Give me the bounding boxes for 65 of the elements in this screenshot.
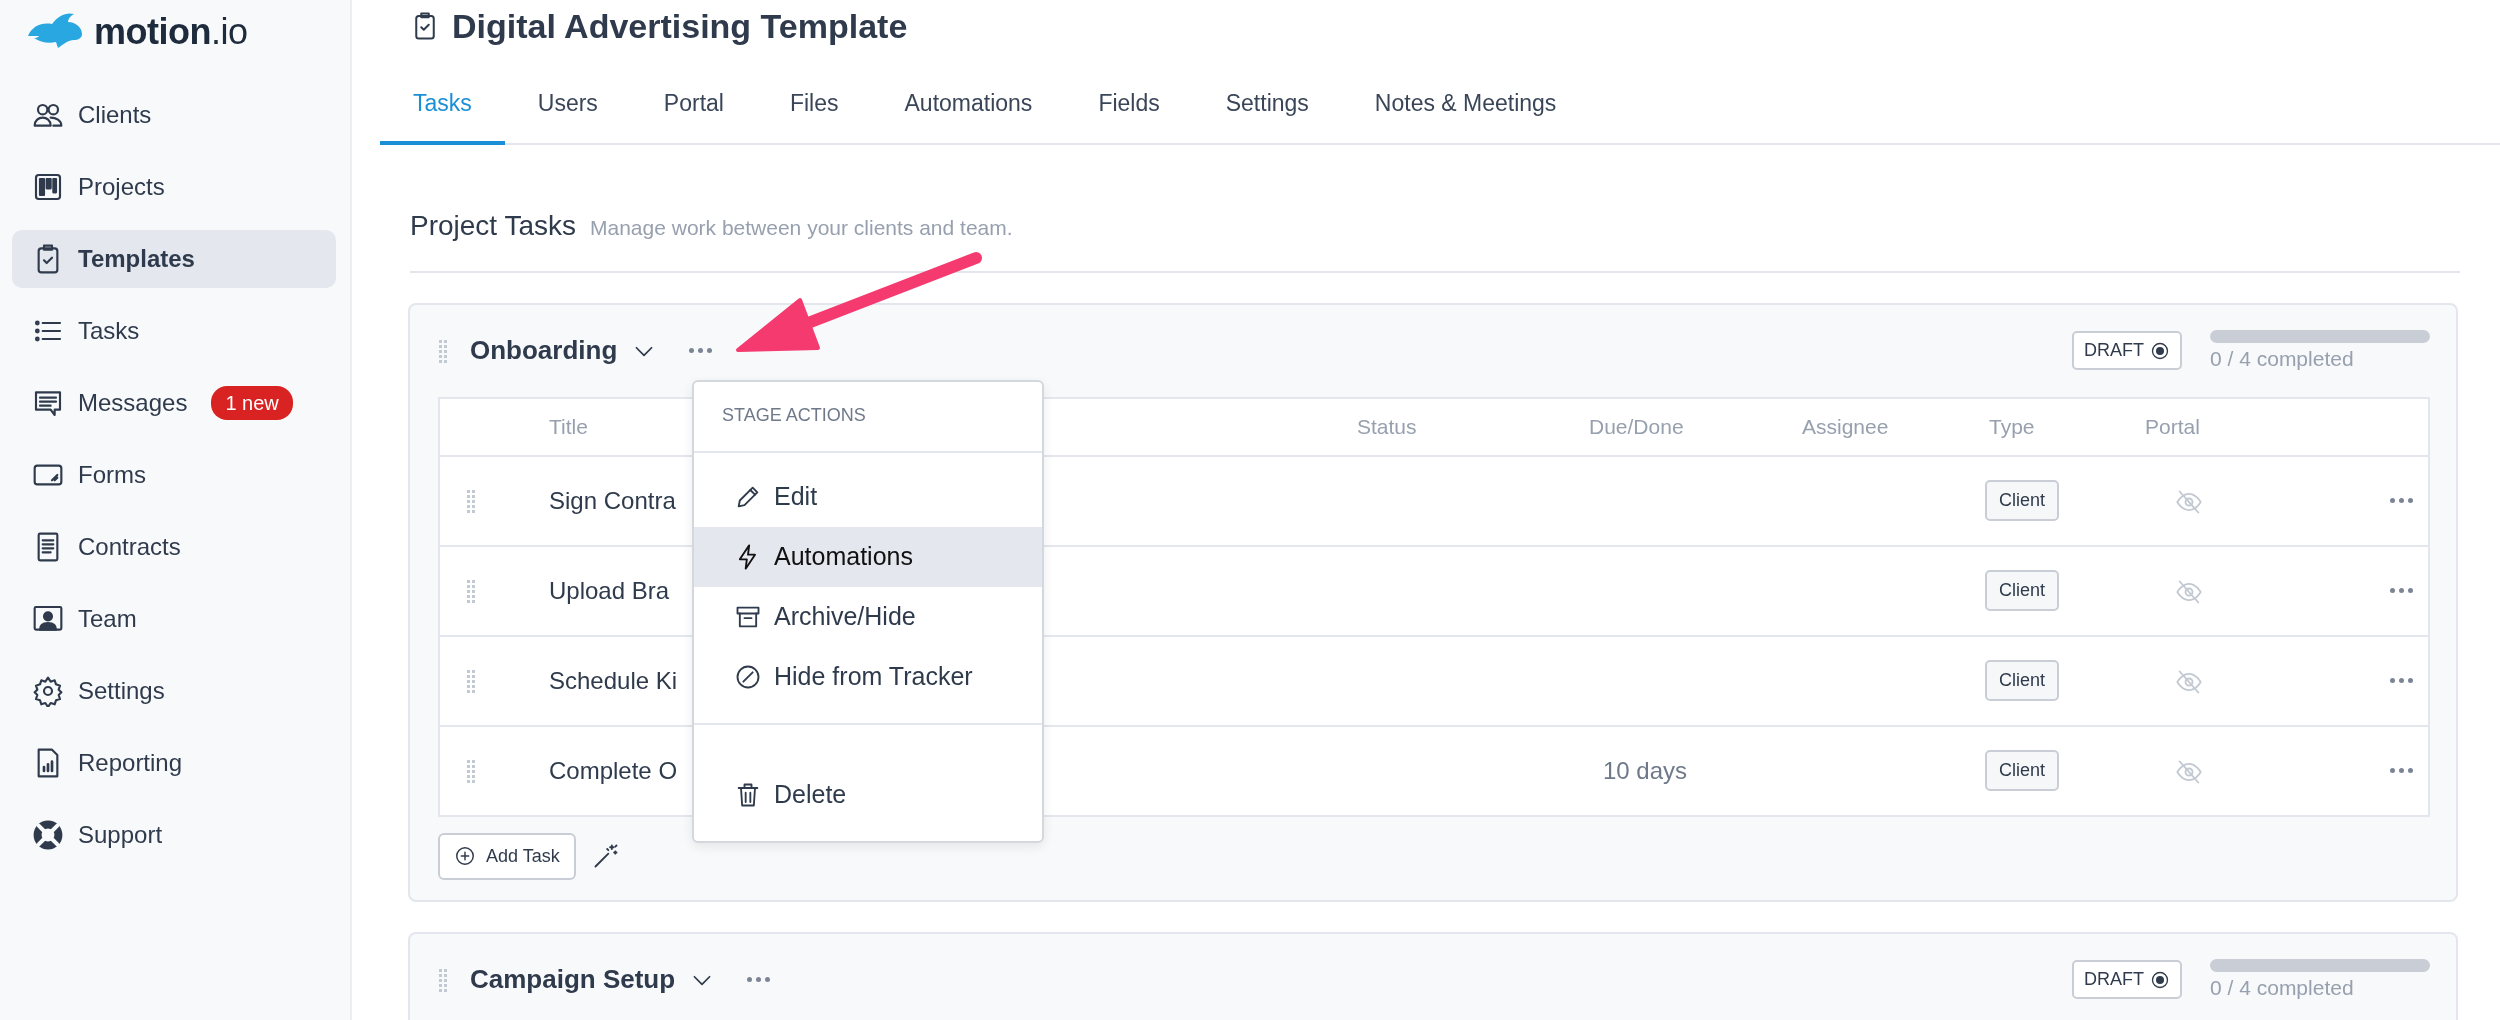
column-header: Portal — [2145, 413, 2200, 440]
type-badge: Client — [1985, 750, 2060, 791]
menu-item[interactable]: Delete — [694, 765, 1042, 825]
section-subtitle: Manage work between your clients and team. — [590, 214, 1013, 241]
task-title[interactable]: Sign Contra — [549, 482, 676, 519]
menu-item[interactable]: Automations — [694, 527, 1042, 587]
add-task-button[interactable]: Add Task — [438, 832, 576, 880]
menu-item[interactable]: Edit — [694, 467, 1042, 527]
tab[interactable]: Users — [504, 72, 631, 145]
column-header: Title — [549, 413, 588, 440]
menu-item[interactable]: Archive/Hide — [694, 587, 1042, 647]
sidebar-item[interactable]: Support — [12, 806, 336, 864]
board-icon — [32, 171, 64, 203]
sidebar-item[interactable]: Contracts — [12, 518, 336, 576]
task-title[interactable]: Upload Bra — [549, 572, 670, 609]
type-badge: Client — [1985, 480, 2060, 521]
sidebar-item[interactable]: Settings — [12, 662, 336, 720]
stage-name: Campaign Setup — [470, 963, 676, 996]
type-badge: Client — [1985, 660, 2060, 701]
tab[interactable]: Settings — [1192, 72, 1342, 145]
task-title[interactable]: Schedule Ki — [549, 662, 678, 699]
plus-circle-icon — [454, 845, 476, 867]
tab[interactable]: Notes & Meetings — [1341, 72, 1590, 145]
menu-heading: STAGE ACTIONS — [694, 382, 1042, 453]
radio-icon — [2150, 340, 2170, 361]
gear-icon — [32, 675, 64, 707]
sidebar-item[interactable]: Templates — [12, 230, 336, 288]
column-header: Due/Done — [1589, 413, 1684, 440]
column-header: Status — [1357, 413, 1417, 440]
sidebar-item[interactable]: Team — [12, 590, 336, 648]
status-badge: DRAFT — [2072, 960, 2182, 999]
drag-handle-icon[interactable] — [466, 758, 476, 783]
drag-handle-icon[interactable] — [466, 488, 476, 513]
column-header: Assignee — [1802, 413, 1889, 440]
task-title[interactable]: Complete O — [549, 752, 678, 789]
prohibited-icon — [734, 663, 762, 691]
page-title: Digital Advertising Template — [452, 5, 908, 47]
tab[interactable]: Automations — [871, 72, 1066, 145]
type-badge: Client — [1985, 570, 2060, 611]
menu-item[interactable]: Hide from Tracker — [694, 647, 1042, 707]
new-count-badge: 1 new — [211, 386, 293, 420]
drag-handle-icon[interactable] — [466, 578, 476, 603]
progress-text: 0 / 4 completed — [2210, 346, 2355, 373]
lifebuoy-icon — [32, 819, 64, 851]
section-title: Project Tasks — [410, 208, 576, 243]
sidebar-item[interactable]: Reporting — [12, 734, 336, 792]
drag-handle-icon[interactable] — [438, 967, 448, 992]
tab[interactable]: Files — [756, 72, 872, 145]
progress-text: 0 / 4 completed — [2210, 975, 2355, 1002]
due-text: 10 days — [1602, 755, 1688, 786]
logo-text: motion.io — [94, 10, 248, 54]
radio-icon — [2150, 969, 2170, 990]
drag-handle-icon[interactable] — [466, 668, 476, 693]
column-header: Type — [1989, 413, 2035, 440]
stage-name: Onboarding — [470, 334, 618, 367]
tab[interactable]: Tasks — [380, 72, 505, 145]
sidebar-item[interactable]: Tasks — [12, 302, 336, 360]
tab[interactable]: Fields — [1065, 72, 1193, 145]
drag-handle-icon[interactable] — [438, 338, 448, 363]
sidebar-item[interactable]: Forms — [12, 446, 336, 504]
sidebar-item[interactable]: Projects — [12, 158, 336, 216]
status-badge: DRAFT — [2072, 331, 2182, 370]
sidebar-item[interactable]: Messages 1 new — [12, 374, 336, 432]
tab[interactable]: Portal — [630, 72, 757, 145]
sidebar-item[interactable]: Clients — [12, 86, 336, 144]
